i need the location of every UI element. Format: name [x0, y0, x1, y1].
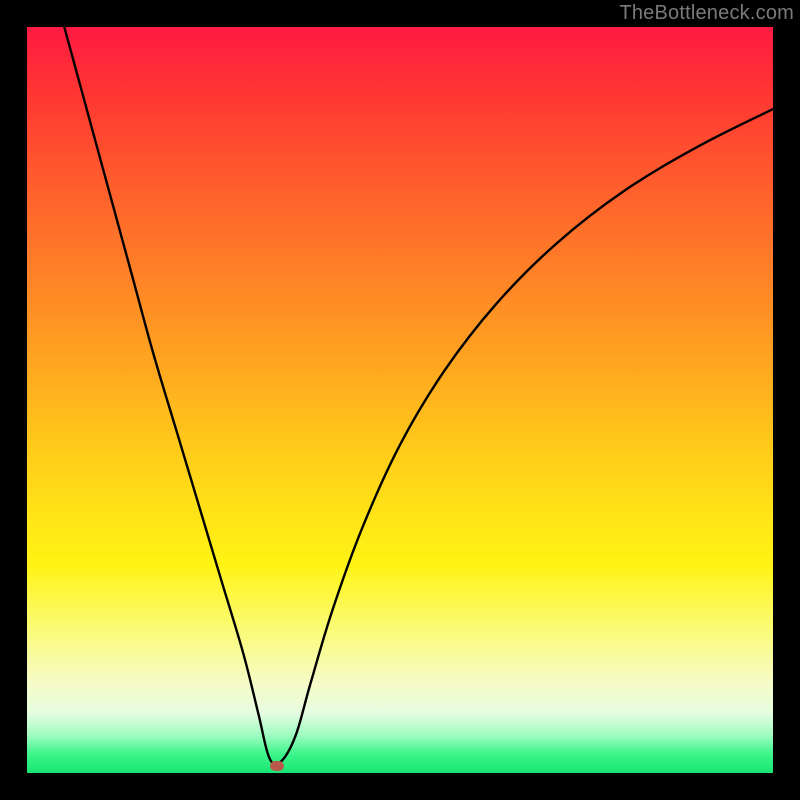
bottleneck-curve — [27, 27, 773, 773]
watermark-text: TheBottleneck.com — [619, 2, 794, 25]
optimal-point-marker — [270, 761, 284, 771]
chart-plot-area — [27, 27, 773, 773]
chart-frame: TheBottleneck.com — [0, 0, 800, 800]
